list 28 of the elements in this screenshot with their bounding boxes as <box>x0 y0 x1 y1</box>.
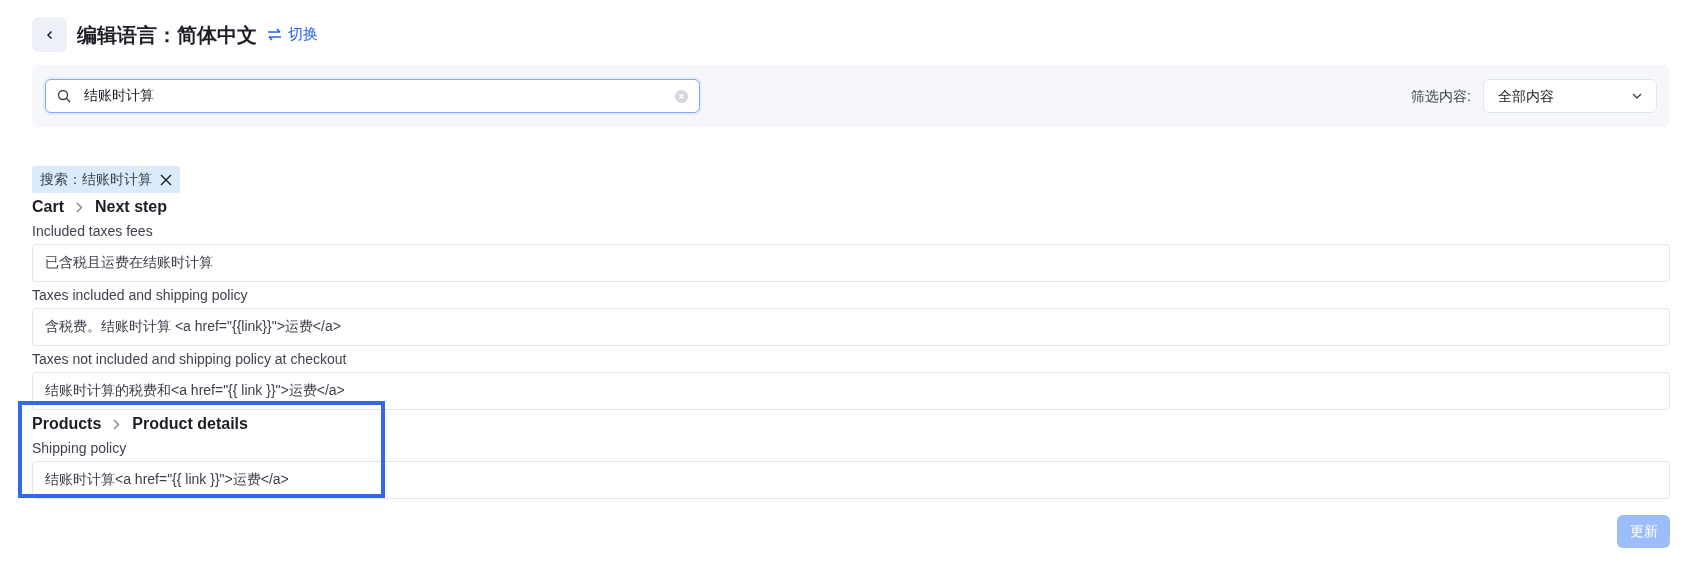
field-label: Shipping policy <box>32 439 127 458</box>
remove-tag-button[interactable] <box>160 173 172 186</box>
breadcrumb-item: Product details <box>132 414 248 434</box>
translation-field[interactable]: 已含税且运费在结账时计算 <box>32 244 1670 282</box>
translation-field[interactable]: 含税费。结账时计算 <a href="{{link}}">运费</a> <box>32 308 1670 346</box>
field-label: Included taxes fees <box>32 222 153 241</box>
back-icon <box>45 29 54 40</box>
page-title: 编辑语言：简体中文 <box>77 22 257 47</box>
clear-icon[interactable] <box>675 90 688 103</box>
tag-text: 搜索：结账时计算 <box>40 170 152 189</box>
breadcrumb-item: Next step <box>95 197 168 217</box>
swap-icon <box>267 28 282 41</box>
search-field[interactable]: 结账时计算 <box>45 79 700 113</box>
chevron-right-icon <box>113 418 121 430</box>
breadcrumb-item: Cart <box>32 197 64 217</box>
filter-dropdown[interactable]: 全部内容 <box>1483 79 1657 113</box>
translation-field[interactable]: 结账时计算的税费和<a href="{{ link }}">运费</a> <box>32 372 1670 410</box>
filter-label: 筛选内容: <box>1411 86 1471 106</box>
chevron-down-icon <box>1632 93 1642 99</box>
translation-field[interactable]: 结账时计算<a href="{{ link }}">运费</a> <box>32 461 1670 499</box>
field-label: Taxes included and shipping policy <box>32 286 248 305</box>
search-icon <box>57 89 71 103</box>
breadcrumb-item: Products <box>32 414 102 434</box>
switch-link[interactable]: 切换 <box>267 23 318 46</box>
field-label: Taxes not included and shipping policy at checkout <box>32 350 347 369</box>
chevron-right-icon <box>76 201 83 213</box>
close-icon <box>160 173 172 186</box>
back-button[interactable] <box>32 17 67 52</box>
